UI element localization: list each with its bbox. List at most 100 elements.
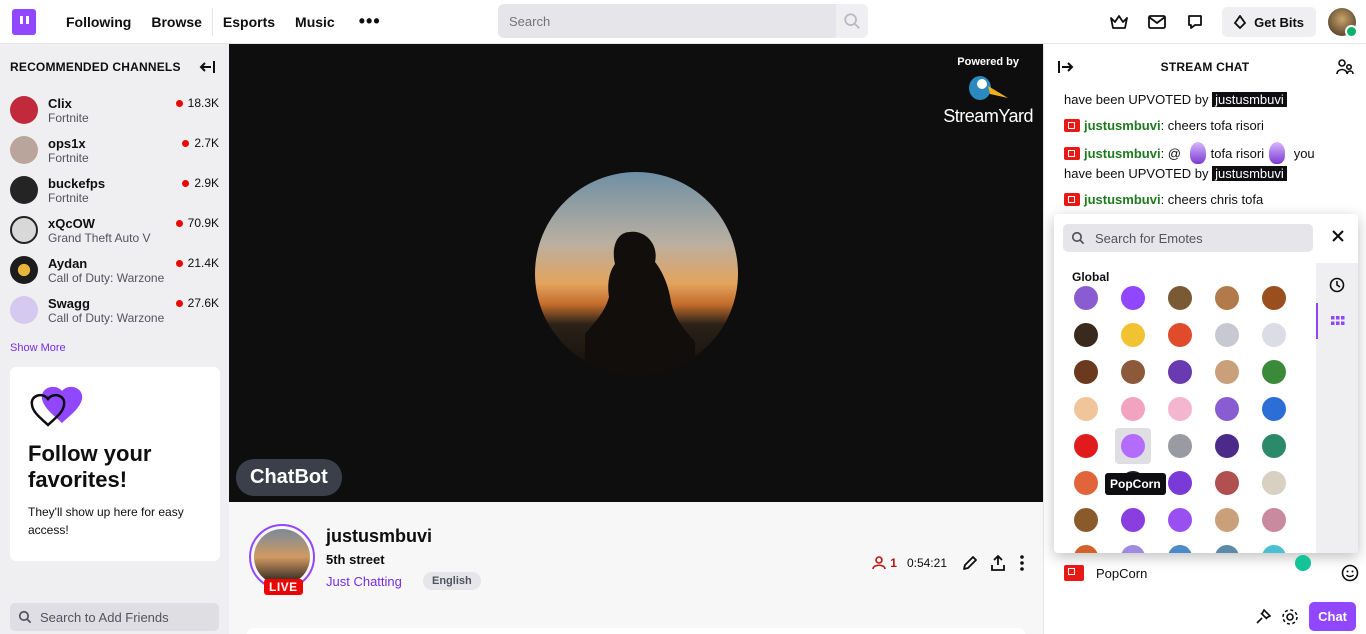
orange-hand-emote[interactable] (1068, 539, 1104, 553)
user-avatar[interactable] (1328, 8, 1358, 38)
chat-input-value: PopCorn (1096, 565, 1148, 581)
green-dragon-emote[interactable] (1256, 354, 1292, 390)
chat-message: have been UPVOTED by justusmbuvi (1044, 90, 1366, 110)
channel-item[interactable]: Swagg Call of Duty: Warzone 27.6K (0, 290, 229, 330)
close-icon[interactable] (1332, 230, 1344, 242)
twitch-logo-icon[interactable] (12, 8, 36, 35)
more-vertical-icon[interactable] (1017, 554, 1027, 572)
nav-following[interactable]: Following (56, 14, 141, 30)
purple-check-icon (1168, 471, 1192, 495)
channel-viewers: 21.4K (175, 256, 219, 270)
show-more-link[interactable]: Show More (0, 330, 229, 366)
monkey-emote[interactable] (1256, 280, 1292, 316)
channel-item[interactable]: Clix Fortnite 18.3K (0, 90, 229, 130)
anime-girl-emote[interactable] (1068, 391, 1104, 427)
message-text: : cheers chris tofa (1160, 192, 1264, 207)
streamer-name[interactable]: justusmbuvi (326, 526, 432, 547)
bald-face-emote[interactable] (1256, 502, 1292, 538)
purple-check-emote[interactable] (1162, 465, 1198, 501)
sidebar-header: RECOMMENDED CHANNELS (0, 44, 229, 90)
drumstick-emote[interactable] (1115, 354, 1151, 390)
afro-face-emote[interactable] (1068, 317, 1104, 353)
chatbot-overlay-label: ChatBot (236, 459, 342, 496)
face-tan-emote[interactable] (1209, 280, 1245, 316)
red-star-emote[interactable] (1162, 317, 1198, 353)
whispers-button[interactable] (1176, 0, 1214, 44)
emote-search-input[interactable]: Search for Emotes (1063, 224, 1313, 252)
video-player[interactable]: Powered by StreamYard ChatBot (229, 44, 1043, 502)
chat-username[interactable]: justusmbuvi (1084, 192, 1161, 207)
nav-browse[interactable]: Browse (141, 14, 212, 30)
avatar-image (254, 529, 310, 585)
party-hat-emote[interactable] (1209, 391, 1245, 427)
nav-music[interactable]: Music (285, 14, 345, 30)
grammarly-icon[interactable] (1295, 555, 1311, 571)
purple-bow-emote[interactable] (1115, 539, 1151, 553)
language-tag[interactable]: English (423, 572, 481, 590)
chat-username[interactable]: justusmbuvi (1084, 146, 1161, 161)
teal-blob-icon (1262, 545, 1286, 553)
prime-crown-button[interactable] (1100, 0, 1138, 44)
twitch-glitch-emote[interactable] (1115, 280, 1151, 316)
get-bits-button[interactable]: Get Bits (1222, 7, 1316, 37)
chat-input[interactable]: PopCorn (1054, 557, 1359, 589)
search-input[interactable] (498, 4, 836, 38)
purple-flame-emote (1189, 142, 1206, 164)
wizard-hat-emote[interactable] (1162, 354, 1198, 390)
search-button[interactable] (836, 4, 868, 38)
purple-flame-2-icon (1168, 508, 1192, 532)
global-emotes-tab[interactable] (1316, 303, 1358, 339)
face-red-hat-emote[interactable] (1209, 465, 1245, 501)
gold-star-icon (1121, 323, 1145, 347)
globe-emote[interactable] (1256, 391, 1292, 427)
purple-box-emote[interactable] (1068, 280, 1104, 316)
raid-emote[interactable] (1068, 428, 1104, 464)
channel-viewers: 70.9K (175, 216, 219, 230)
orange-feather-emote[interactable] (1068, 465, 1104, 501)
channel-item[interactable]: ops1x Fortnite 2.7K (0, 130, 229, 170)
teal-blob-emote[interactable] (1256, 539, 1292, 553)
foot-gray-emote[interactable] (1209, 317, 1245, 353)
football-emote[interactable] (1068, 354, 1104, 390)
face-old-emote[interactable] (1209, 354, 1245, 390)
popcorn-emote[interactable] (1115, 428, 1151, 464)
inbox-button[interactable] (1138, 0, 1176, 44)
collapse-chat-icon[interactable] (1058, 60, 1074, 74)
thumbs-face-emote[interactable] (1209, 502, 1245, 538)
settings-gear-icon[interactable] (1281, 608, 1299, 626)
live-dot-icon (175, 259, 183, 267)
more-menu-button[interactable]: ••• (345, 11, 395, 32)
recent-emotes-tab[interactable] (1316, 267, 1358, 303)
ref-face-emote[interactable] (1162, 428, 1198, 464)
channel-item[interactable]: xQcOW Grand Theft Auto V 70.9K (0, 210, 229, 250)
pink-wings-emote[interactable] (1115, 391, 1151, 427)
pink-wings-2-emote[interactable] (1162, 391, 1198, 427)
blue-fin-emote[interactable] (1162, 539, 1198, 553)
dwarf-emote[interactable] (1068, 502, 1104, 538)
channel-item[interactable]: buckefps Fortnite 2.9K (0, 170, 229, 210)
nav-esports[interactable]: Esports (213, 14, 285, 30)
gold-star-emote[interactable] (1115, 317, 1151, 353)
camera-flag-emote[interactable] (1256, 428, 1292, 464)
stream-category-link[interactable]: Just Chatting (326, 574, 402, 589)
top-nav: Following Browse Esports Music ••• Get B… (0, 0, 1366, 44)
emote-smiley-icon[interactable] (1341, 564, 1359, 582)
share-icon[interactable] (989, 554, 1007, 572)
edit-pencil-icon[interactable] (961, 554, 979, 572)
foot-white-emote[interactable] (1256, 317, 1292, 353)
purple-star-emote[interactable] (1209, 428, 1245, 464)
drumstick-icon (1121, 360, 1145, 384)
well-played-emote[interactable] (1256, 465, 1292, 501)
collapse-arrow-icon[interactable] (199, 60, 215, 74)
purple-flame-emote[interactable] (1115, 502, 1151, 538)
friend-search-input[interactable]: Search to Add Friends (10, 603, 219, 631)
chat-send-button[interactable]: Chat (1309, 602, 1356, 631)
community-users-icon[interactable] (1336, 59, 1354, 75)
pin-icon[interactable] (1255, 608, 1272, 625)
channel-item[interactable]: Aydan Call of Duty: Warzone 21.4K (0, 250, 229, 290)
chat-username[interactable]: justusmbuvi (1084, 118, 1161, 133)
foot-gray-icon (1215, 323, 1239, 347)
wood-crate-emote[interactable] (1162, 280, 1198, 316)
purple-flame-2-emote[interactable] (1162, 502, 1198, 538)
blue-face-emote[interactable] (1209, 539, 1245, 553)
